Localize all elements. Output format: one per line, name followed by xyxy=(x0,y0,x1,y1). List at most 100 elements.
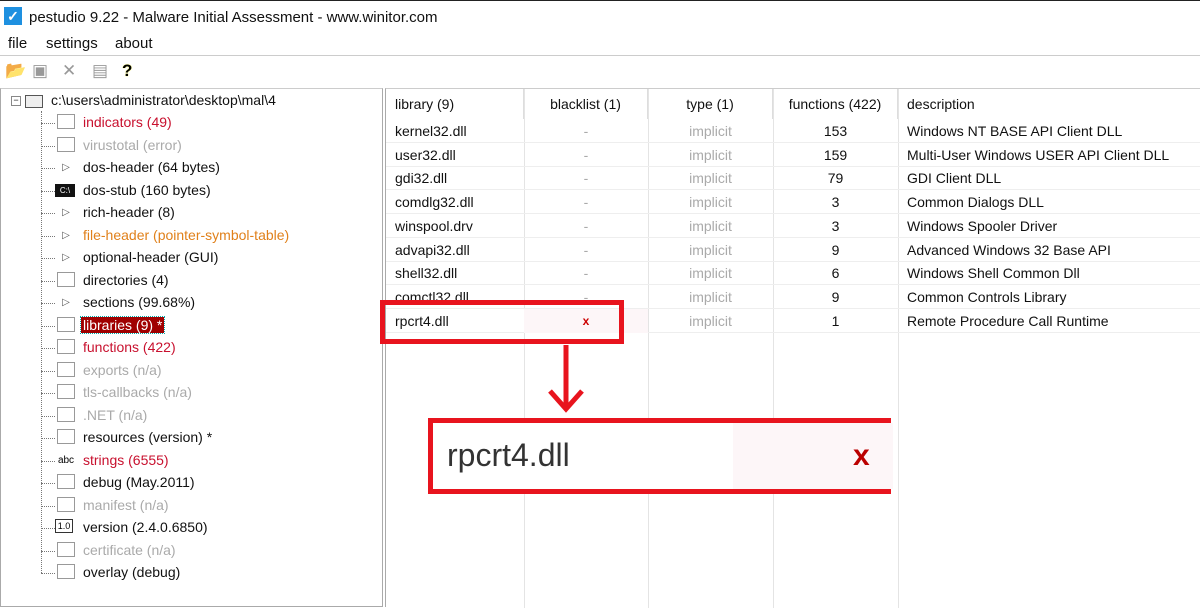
cell-type: implicit xyxy=(689,123,732,139)
down-arrow-icon xyxy=(548,345,584,413)
tree-line xyxy=(41,370,55,372)
tree-item-label: exports (n/a) xyxy=(83,361,162,378)
tree-item-label: strings (6555) xyxy=(83,451,169,468)
tree-line xyxy=(41,348,55,349)
cell-blacklist: - xyxy=(583,123,589,139)
column-header-description[interactable]: description xyxy=(898,89,1200,119)
tree-item-label: sections (99.68%) xyxy=(83,294,196,310)
tree-item-label: file-header (pointer-symbol-table) xyxy=(83,226,290,243)
menu-about[interactable]: about xyxy=(115,35,153,52)
table-row[interactable]: advapi32.dll - implicit 9 Advanced Windows 3… xyxy=(386,238,1200,262)
cell-description: GDI Client DLL xyxy=(907,170,1002,187)
cell-blacklist: - xyxy=(583,170,589,187)
tree-line xyxy=(41,573,55,574)
cell-functions: 153 xyxy=(823,123,848,139)
console-icon: C:\ xyxy=(55,183,75,197)
cell-description: Multi-User Windows USER API Client DLL xyxy=(907,146,1170,163)
highlight-box xyxy=(380,300,624,344)
tree-line xyxy=(41,145,55,147)
cell-type: implicit xyxy=(689,194,732,211)
tree-item-label: virustotal (error) xyxy=(83,136,182,153)
cell-description: Common Dialogs DLL xyxy=(907,194,1044,211)
cell-description: Common Controls Library xyxy=(907,288,1067,305)
cell-description: Windows Spooler Driver xyxy=(907,217,1058,234)
cell-type: implicit xyxy=(689,170,732,187)
cell-description: Windows Shell Common Dll xyxy=(907,265,1080,282)
tree-item-label: overlay (debug) xyxy=(83,564,181,580)
table-row[interactable]: comdlg32.dll - implicit 3 Common Dialogs DLL xyxy=(386,190,1200,215)
tree-root-label: c:\users\administrator\desktop\mal\4 xyxy=(51,92,276,108)
cell-type: implicit xyxy=(689,241,732,258)
table-row[interactable]: shell32.dll - implicit 6 Windows Shell Commo… xyxy=(386,261,1200,286)
tree-line xyxy=(41,325,55,327)
tree-line xyxy=(41,123,55,124)
tree-item-label: manifest (n/a) xyxy=(83,496,169,513)
menu-file[interactable]: file xyxy=(8,35,27,52)
tree-item-label: directories (4) xyxy=(83,271,169,288)
clipboard-icon[interactable]: ▤ xyxy=(92,61,108,81)
executable-icon xyxy=(25,94,43,108)
table-row[interactable]: winspool.drv - implicit 3 Windows Spooler Dr… xyxy=(386,214,1200,238)
tree-line xyxy=(41,235,55,237)
save-icon[interactable]: ▣ xyxy=(32,61,48,81)
cell-type: implicit xyxy=(689,288,732,305)
table-row[interactable]: gdi32.dll - implicit 79 GDI Client DLL xyxy=(386,166,1200,191)
callout-library-name: rpcrt4.dll xyxy=(447,437,570,473)
column-header-blacklist[interactable]: blacklist (1) xyxy=(524,89,648,119)
tree-line xyxy=(41,550,55,552)
tree-item-label: version (2.4.0.6850) xyxy=(83,519,208,535)
title-bar: ✓ pestudio 9.22 - Malware Initial Assess… xyxy=(0,0,1200,32)
abc-icon: abc xyxy=(57,454,75,466)
expand-arrow-icon: ▷ xyxy=(62,297,70,308)
collapse-icon[interactable]: − xyxy=(11,96,21,107)
app-icon: ✓ xyxy=(4,7,22,25)
cell-blacklist: - xyxy=(583,146,589,163)
cell-functions: 9 xyxy=(831,288,840,305)
tree-line xyxy=(41,168,55,169)
tree-line xyxy=(41,111,42,573)
menu-settings[interactable]: settings xyxy=(46,35,98,52)
cell-library: user32.dll xyxy=(395,146,456,163)
column-header-functions[interactable]: functions (422) xyxy=(773,89,898,119)
cell-description: Windows NT BASE API Client DLL xyxy=(907,123,1123,139)
column-header-library[interactable]: library (9) xyxy=(386,89,524,119)
window-title: pestudio 9.22 - Malware Initial Assessme… xyxy=(29,9,438,26)
tree-item-label: dos-header (64 bytes) xyxy=(83,159,220,175)
cell-blacklist: - xyxy=(583,265,589,282)
cell-description: Advanced Windows 32 Base API xyxy=(907,241,1111,258)
cell-library: shell32.dll xyxy=(395,265,458,282)
cell-library: gdi32.dll xyxy=(395,170,448,187)
cell-functions: 159 xyxy=(823,146,848,163)
manifest-icon xyxy=(57,496,75,512)
table-row[interactable]: user32.dll - implicit 159 Multi-User Windows… xyxy=(386,143,1200,167)
tree-line xyxy=(41,528,55,529)
tree-line xyxy=(41,483,55,484)
tree-line xyxy=(41,303,55,304)
close-icon[interactable]: ✕ xyxy=(62,61,76,81)
tree-item-label: indicators (49) xyxy=(83,114,172,130)
cell-blacklist: - xyxy=(583,194,589,211)
expand-arrow-icon: ▷ xyxy=(62,207,70,218)
cell-blacklist: - xyxy=(583,241,589,258)
tree-item-label: dos-stub (160 bytes) xyxy=(83,181,211,198)
tree-line xyxy=(41,393,55,394)
column-header-type[interactable]: type (1) xyxy=(648,89,773,119)
certificate-icon xyxy=(57,541,75,557)
table-row[interactable]: kernel32.dll - implicit 153 Windows NT BASE … xyxy=(386,119,1200,143)
tree-item-label: functions (422) xyxy=(83,339,176,355)
cell-functions: 9 xyxy=(831,241,840,258)
export-icon xyxy=(57,361,75,377)
help-icon[interactable]: ? xyxy=(122,61,132,81)
tree-item-label: resources (version) * xyxy=(83,429,213,445)
cell-functions: 6 xyxy=(831,265,840,282)
key-icon xyxy=(57,384,75,399)
export-icon xyxy=(57,406,75,422)
expand-arrow-icon: ▷ xyxy=(62,162,70,173)
cell-type: implicit xyxy=(689,265,732,282)
open-folder-icon[interactable]: 📂 xyxy=(5,61,26,81)
tree-item-label: debug (May.2011) xyxy=(83,474,195,490)
resources-icon xyxy=(57,429,75,444)
cell-library: comdlg32.dll xyxy=(395,194,474,211)
zoomed-callout: rpcrt4.dll x xyxy=(428,418,893,494)
tree-root[interactable]: − c:\users\administrator\desktop\mal\4 xyxy=(11,92,276,108)
